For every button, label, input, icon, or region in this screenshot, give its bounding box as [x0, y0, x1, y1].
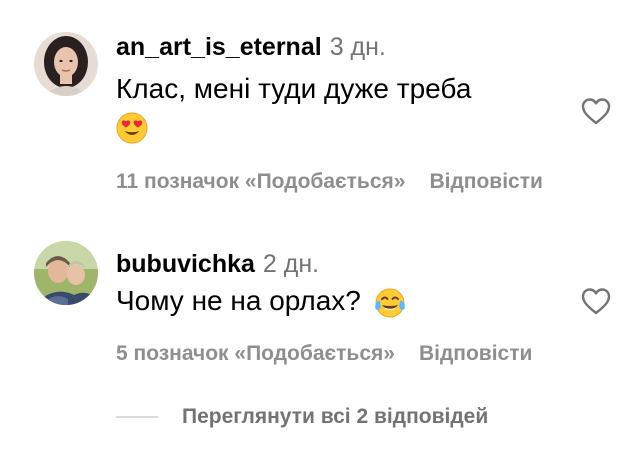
view-replies-label: Переглянути всі 2 відповідей — [182, 405, 489, 428]
username-link[interactable]: an_art_is_eternal — [116, 33, 322, 61]
comment-time: 3 дн. — [329, 33, 386, 61]
reply-button[interactable]: Відповісти — [419, 342, 532, 365]
comment-meta: 11 позначок «Подобається» Відповісти — [116, 169, 543, 195]
tears-of-joy-emoji — [373, 287, 407, 319]
avatar-photo — [34, 241, 98, 305]
likes-count[interactable]: 5 позначок «Подобається» — [116, 342, 395, 365]
comment-header: an_art_is_eternal 3 дн. — [116, 32, 386, 62]
view-replies-button[interactable]: Переглянути всі 2 відповідей — [116, 405, 488, 435]
comment-text: Клас, мені туди дуже треба — [116, 73, 472, 104]
comment-text-content: Чому не на орлах? — [116, 285, 361, 316]
reply-button[interactable]: Відповісти — [429, 170, 542, 193]
likes-count[interactable]: 11 позначок «Подобається» — [116, 170, 405, 193]
avatar[interactable] — [34, 32, 98, 96]
comment-time: 2 дн. — [262, 250, 320, 278]
username-link[interactable]: bubuvichka — [116, 250, 255, 278]
avatar[interactable] — [34, 241, 98, 305]
like-button[interactable] — [580, 96, 612, 126]
comment-meta: 5 позначок «Подобається» Відповісти — [116, 341, 532, 367]
like-button[interactable] — [580, 286, 612, 316]
comment-header: bubuvichka 2 дн. — [116, 249, 319, 279]
replies-divider — [116, 416, 158, 418]
heart-eyes-emoji — [116, 112, 148, 144]
avatar-photo — [34, 32, 98, 96]
heart-outline-icon — [581, 288, 611, 315]
comment-text: Чому не на орлах? — [116, 284, 407, 319]
heart-outline-icon — [581, 98, 611, 125]
